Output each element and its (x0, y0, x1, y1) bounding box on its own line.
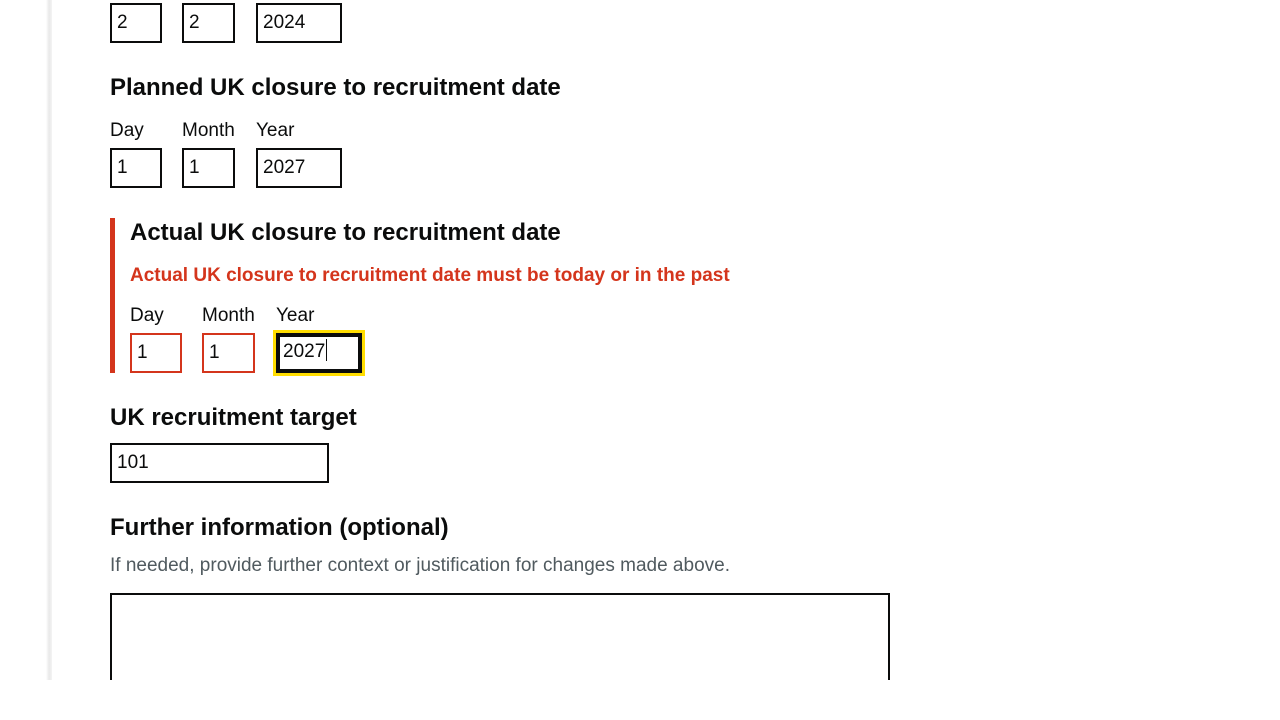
recruitment-target-heading: UK recruitment target (110, 404, 357, 431)
planned-closure-month-label: Month (182, 120, 235, 141)
viewport-bottom-band (0, 680, 1280, 720)
planned-closure-day-label: Day (110, 120, 144, 141)
actual-closure-error-message: Actual UK closure to recruitment date mu… (130, 265, 730, 286)
text-cursor (326, 339, 328, 361)
actual-closure-month-label: Month (202, 305, 255, 326)
recruitment-target-input[interactable]: 101 (110, 443, 329, 483)
actual-closure-heading: Actual UK closure to recruitment date (130, 219, 561, 246)
actual-closure-day-label: Day (130, 305, 164, 326)
actual-closure-month-input[interactable]: 1 (202, 333, 255, 373)
planned-closure-day-input[interactable]: 1 (110, 148, 162, 188)
actual-closure-year-input[interactable]: 2027 (276, 333, 362, 373)
actual-closure-year-focus-ring: 2027 (273, 330, 365, 376)
planned-closure-heading: Planned UK closure to recruitment date (110, 74, 561, 101)
page-left-edge (0, 0, 52, 680)
further-info-hint: If needed, provide further context or ju… (110, 555, 730, 576)
error-indicator-bar (110, 218, 115, 373)
actual-closure-year-value: 2027 (283, 341, 326, 362)
further-info-heading: Further information (optional) (110, 514, 449, 541)
previous-date-month-input[interactable]: 2 (182, 3, 235, 43)
previous-date-year-input[interactable]: 2024 (256, 3, 342, 43)
previous-date-day-input[interactable]: 2 (110, 3, 162, 43)
planned-closure-year-input[interactable]: 2027 (256, 148, 342, 188)
actual-closure-day-input[interactable]: 1 (130, 333, 182, 373)
planned-closure-month-input[interactable]: 1 (182, 148, 235, 188)
actual-closure-year-label: Year (276, 305, 315, 326)
planned-closure-year-label: Year (256, 120, 295, 141)
